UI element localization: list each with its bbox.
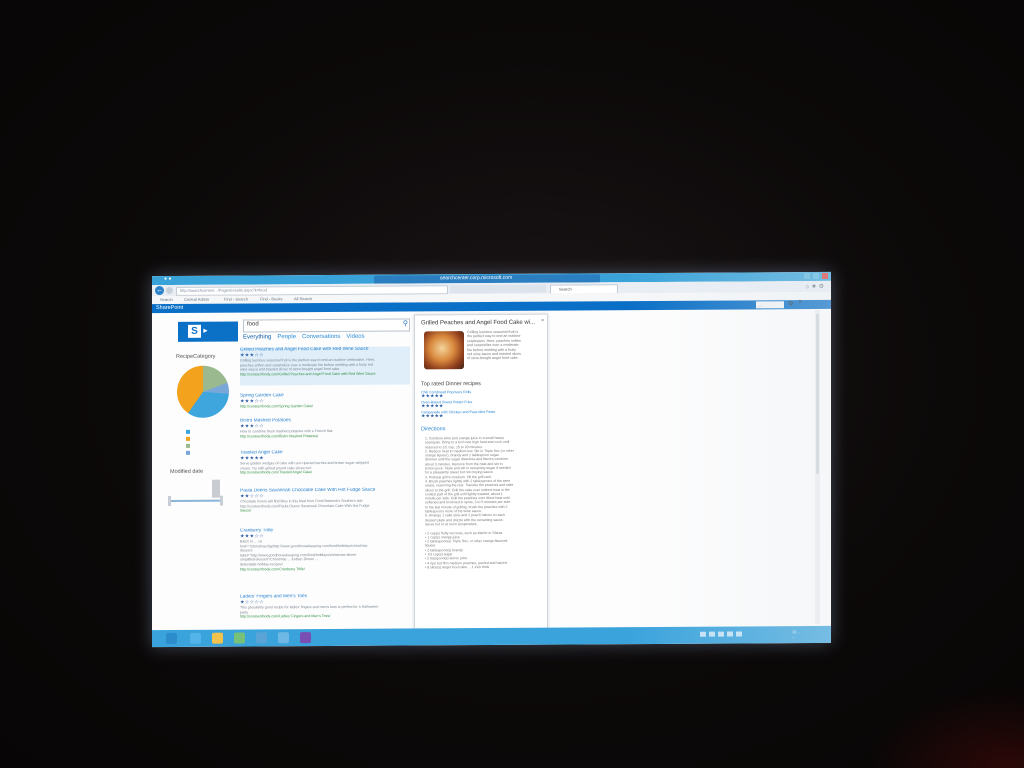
search-result[interactable]: Spring Garden Cake ★★★☆☆ http://contosof… [240,392,410,409]
sharepoint-logo-icon: S [188,324,201,338]
taskbar-clock[interactable]: 11:... ... [792,629,801,639]
top-rated-stars: ★★★★★ [421,413,444,420]
result-url[interactable]: Sauce/ [240,508,410,514]
close-window-button[interactable] [822,272,828,279]
clock-date: ... [792,634,796,640]
minimize-button[interactable] [804,273,810,280]
search-result[interactable]: Ladies' Fingers and Men's Toes ★☆☆☆☆ Thi… [240,593,410,619]
date-slider-track[interactable] [170,499,222,502]
result-url[interactable]: http://contosofoods.com/Spring Garden Ca… [240,403,410,409]
favorite-find-search[interactable]: Find - Search [224,296,248,301]
ambient-light [864,688,1024,768]
vertical-conversations[interactable]: Conversations [302,334,340,340]
tray-icon[interactable] [736,631,742,637]
window-title: searchcenter.corp.microsoft.com [440,274,513,282]
vertical-everything[interactable]: Everything [243,334,271,340]
help-icon[interactable]: ? [798,300,801,306]
hover-panel-title[interactable]: Grilled Peaches and Angel Food Cake wi..… [421,320,535,327]
date-slider-handle-start[interactable] [168,495,171,506]
refiner-recipe-category-title: RecipeCategory [176,353,216,360]
site-logo[interactable]: S ► [178,321,238,342]
result-url[interactable]: http://contosofoods.com/Toasted Angel Ca… [240,470,410,476]
browser-tab-label: Search [559,286,572,292]
scrollbar-thumb[interactable] [816,313,819,475]
recipe-category-legend [186,428,190,456]
tool-icon[interactable] [234,632,245,644]
browser-tab-inactive[interactable] [450,284,546,294]
tray-icon[interactable] [700,631,706,637]
back-button[interactable]: ← [155,286,164,296]
top-rated-heading: Top rated Dinner recipes [421,381,481,388]
search-result[interactable]: Toasted Angel Cake ★★★★★ Serve golden we… [240,449,410,475]
legend-item[interactable] [186,449,190,456]
close-icon[interactable]: × [541,318,544,324]
result-url[interactable]: http://contosofoods.com/Bistro Mashed Po… [240,433,410,439]
tray-icon[interactable] [727,631,733,637]
search-result[interactable]: Paula Deens Savannah Chocolate Cake With… [240,487,410,513]
search-input[interactable]: food ⚲ [243,318,410,333]
tray-icon[interactable] [709,631,715,637]
legend-swatch [186,450,190,455]
search-result[interactable]: Bistro Mashed Potatoes ★★★☆☆ How to comb… [240,417,410,438]
description-line: of store-bought angel food cake. [467,356,519,361]
result-url[interactable]: http://contosofoods.com/Cranberry Trifle… [240,566,410,572]
explorer-icon[interactable] [212,632,223,644]
search-verticals: Everything People Conversations Videos [243,334,365,341]
ingredient-line: • 8 slice(s) angel food cake, ...1 inch … [425,564,490,570]
hover-panel-description: Grilling luscious seasonal fruit is the … [467,330,541,361]
system-tray[interactable] [700,631,742,637]
tray-icon[interactable] [718,631,724,637]
directions-heading: Directions [421,426,446,433]
legend-item[interactable] [186,442,190,449]
window-controls [804,272,828,280]
gear-icon[interactable]: ⚙ [788,300,793,307]
legend-swatch [186,436,190,441]
search-result[interactable]: Cranberry Trifle ★★★☆☆ Batch to ... ca h… [240,527,410,571]
favorite-all-search[interactable]: All Search [294,296,312,301]
search-result[interactable]: Grilled Peaches and Angel Food Cake with… [240,346,410,386]
monitor-screen: ● ● searchcenter.corp.microsoft.com ← ht… [152,271,831,648]
search-query: food [247,321,259,328]
page-scrollbar[interactable] [815,309,820,625]
favorite-search[interactable]: Search [160,297,173,302]
top-rated-list: Chili Cornbread Popovers Rolls ★★★★★ Ove… [421,390,541,420]
result-hover-panel: Grilled Peaches and Angel Food Cake wi..… [414,313,548,633]
network-icon[interactable] [256,632,267,644]
favorite-find-books[interactable]: Find - Books [260,296,282,301]
directions-list: 1. Combine wine and orange juice in a sm… [425,436,543,570]
result-url[interactable]: http://contosofoods.com/Grilled Peaches … [240,371,410,377]
vertical-videos[interactable]: Videos [346,334,364,340]
date-histogram-bar [212,479,220,498]
recipe-thumbnail-image[interactable] [424,331,464,370]
visual-studio-icon[interactable] [300,632,311,644]
ie-icon[interactable] [190,632,201,644]
favorite-central-admin[interactable]: Central Admin [184,297,209,302]
legend-item[interactable] [186,428,190,435]
titlebar-quick-icons: ● ● [164,275,172,283]
maximize-button[interactable] [813,272,819,280]
suite-brand[interactable]: SharePoint [156,305,183,311]
result-url[interactable]: http://contosofoods.com/Ladies' Fingers … [240,614,410,620]
search-icon[interactable]: ⚲ [403,320,408,328]
legend-swatch [186,443,190,448]
legend-swatch [186,429,190,434]
browser-toolbar-icons[interactable]: ⌂★⚙ [806,283,826,290]
windows-start-icon[interactable] [166,632,177,644]
vertical-people[interactable]: People [277,334,296,340]
user-menu-button[interactable]: … [756,301,784,309]
logo-arrow-icon: ► [202,327,209,335]
address-text: http://searchcenter/.../Pages/results.as… [180,287,267,293]
mail-icon[interactable] [278,632,289,644]
date-slider-handle-end[interactable] [220,495,223,506]
refiner-modified-date-title: Modified date [170,468,204,475]
recipe-category-pie-chart[interactable] [177,365,229,418]
legend-item[interactable] [186,435,190,442]
forward-button[interactable] [166,286,173,294]
